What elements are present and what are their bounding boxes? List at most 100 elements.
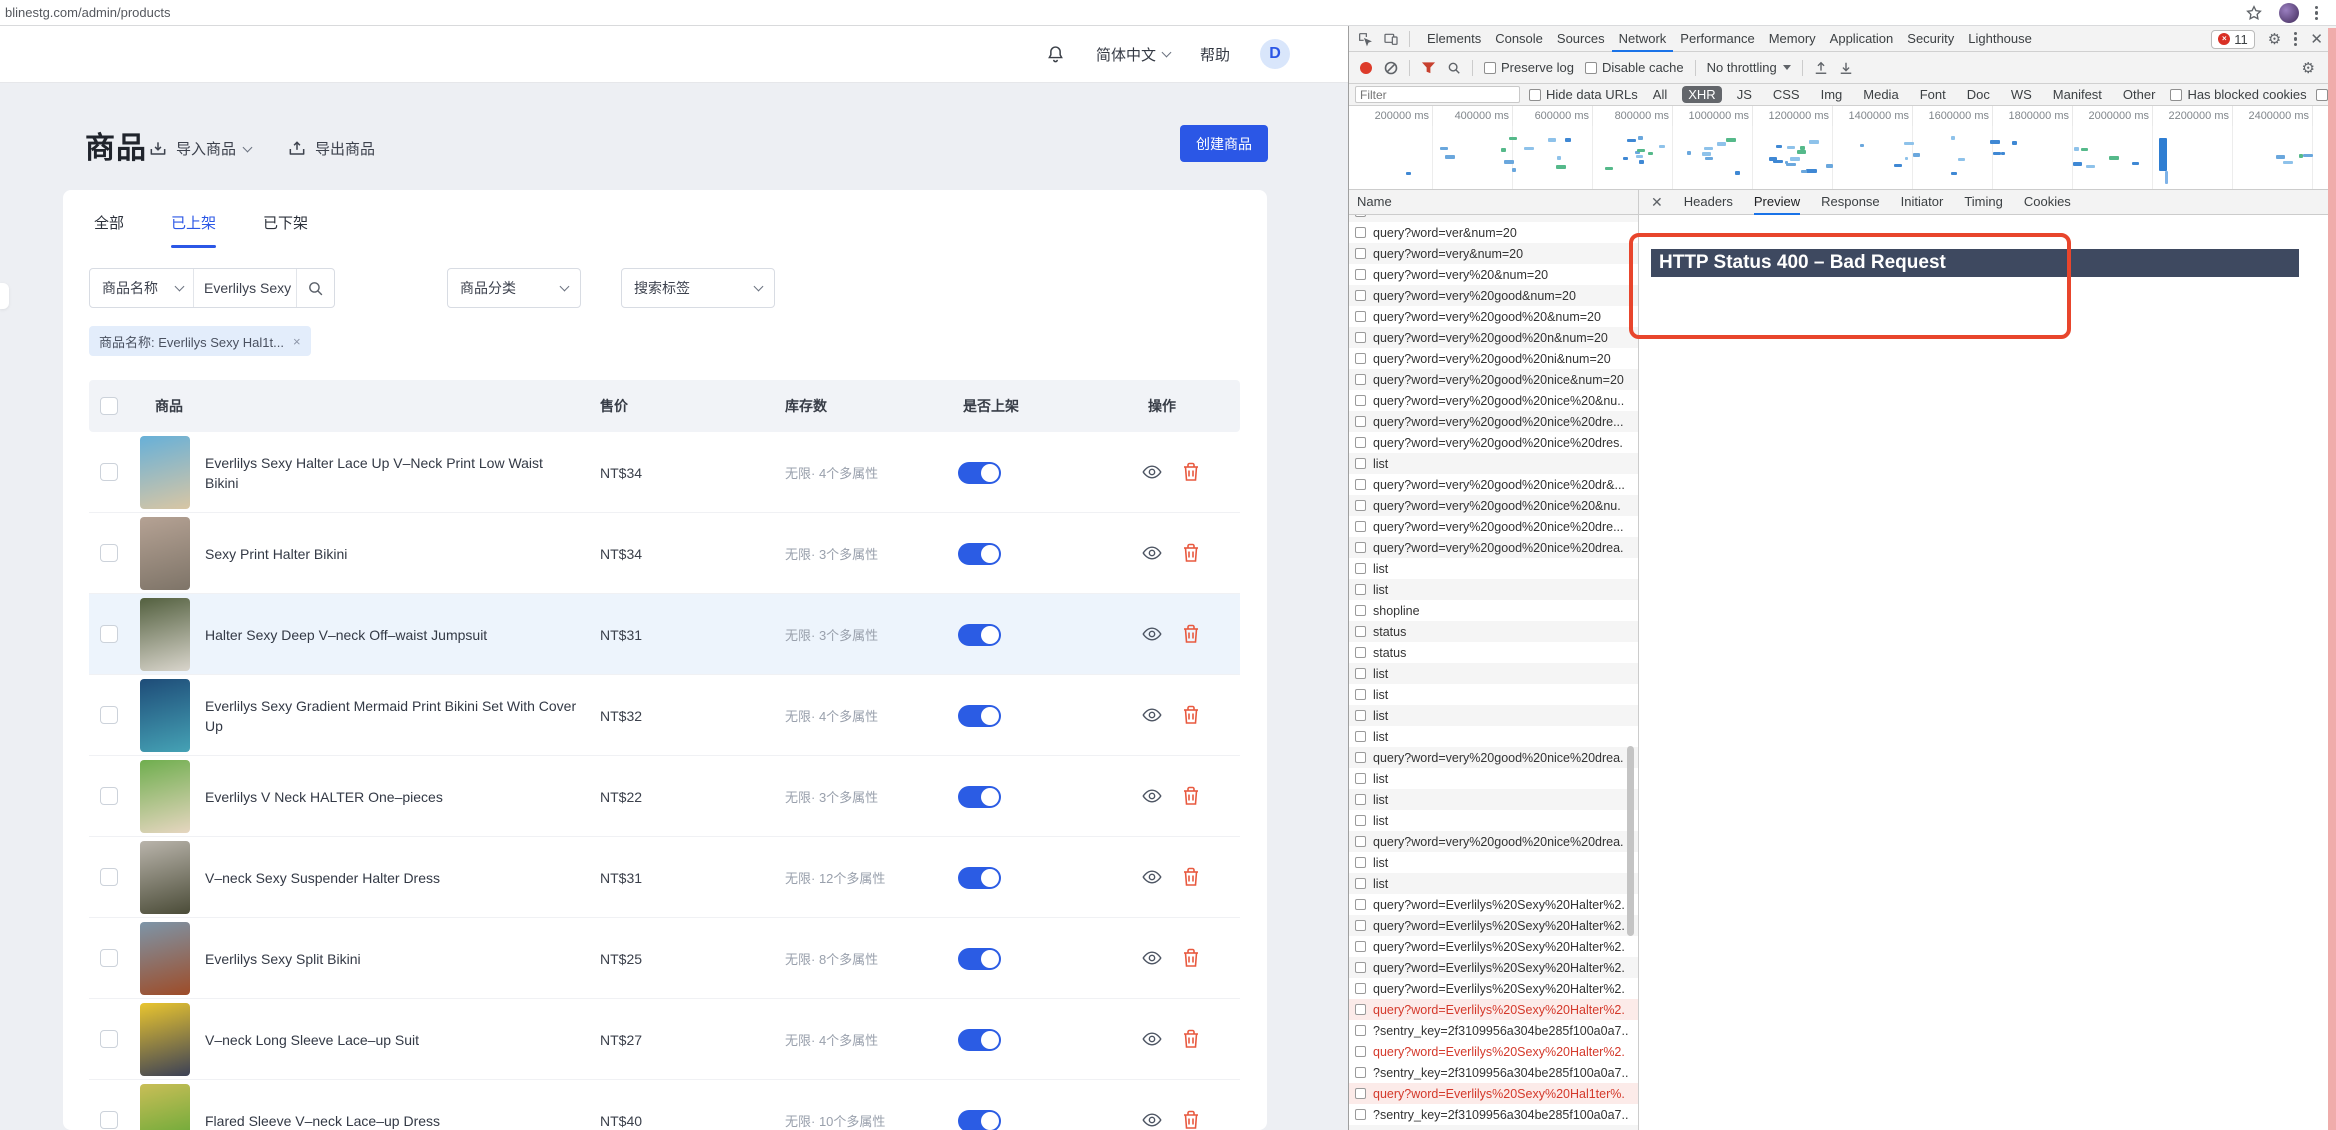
browser-menu-icon[interactable] [2315, 6, 2318, 21]
network-request-row[interactable]: list [1349, 453, 1638, 474]
devtools-tab-security[interactable]: Security [1900, 26, 1961, 52]
view-product-icon[interactable] [1142, 868, 1162, 886]
type-filter-doc[interactable]: Doc [1961, 86, 1996, 103]
network-request-row[interactable]: query?word=Everlilys%20Sexy%20Halter%2. [1349, 957, 1638, 978]
listed-toggle[interactable] [958, 948, 1001, 970]
product-image[interactable] [140, 760, 190, 833]
inspect-element-icon[interactable] [1357, 31, 1373, 47]
product-image[interactable] [140, 598, 190, 671]
view-product-icon[interactable] [1142, 1030, 1162, 1048]
type-filter-other[interactable]: Other [2117, 86, 2162, 103]
request-checkbox[interactable] [1355, 962, 1366, 973]
listed-toggle[interactable] [958, 624, 1001, 646]
language-selector[interactable]: 简体中文 [1096, 44, 1170, 65]
type-filter-css[interactable]: CSS [1767, 86, 1806, 103]
waterfall-overview[interactable] [1349, 126, 2336, 190]
request-checkbox[interactable] [1355, 920, 1366, 931]
close-detail-icon[interactable]: ✕ [1651, 194, 1663, 211]
user-avatar[interactable]: D [1260, 39, 1290, 69]
network-request-row[interactable]: list [1349, 558, 1638, 579]
request-checkbox[interactable] [1355, 500, 1366, 511]
product-image[interactable] [140, 679, 190, 752]
request-checkbox[interactable] [1355, 542, 1366, 553]
view-product-icon[interactable] [1142, 625, 1162, 643]
disable-cache-checkbox[interactable] [1585, 62, 1597, 74]
search-button[interactable] [296, 269, 334, 307]
network-request-row[interactable]: ?sentry_key=2f3109956a304be285f100a0a7.. [1349, 1020, 1638, 1041]
product-row[interactable]: Halter Sexy Deep V–neck Off–waist Jumpsu… [89, 594, 1240, 675]
product-row[interactable]: Flared Sleeve V–neck Lace–up DressNT$40无… [89, 1080, 1240, 1130]
listed-toggle[interactable] [958, 462, 1001, 484]
request-checkbox[interactable] [1355, 983, 1366, 994]
network-request-row[interactable]: query?word=very%20good&num=20 [1349, 285, 1638, 306]
network-request-row[interactable]: query?word=very%20good%20nice%20dr&... [1349, 474, 1638, 495]
request-checkbox[interactable] [1355, 458, 1366, 469]
delete-product-icon[interactable] [1182, 462, 1200, 482]
request-checkbox[interactable] [1355, 332, 1366, 343]
request-checkbox[interactable] [1355, 626, 1366, 637]
search-icon[interactable] [1447, 61, 1461, 75]
network-request-row[interactable]: query?word=very%20good%20nice%20&nu.. [1349, 390, 1638, 411]
network-request-row[interactable]: list [1349, 810, 1638, 831]
network-request-row[interactable]: query?word=very%20good%20n&num=20 [1349, 327, 1638, 348]
network-request-row[interactable]: query?word=very%20good%20nice%20dres. [1349, 432, 1638, 453]
request-checkbox[interactable] [1355, 353, 1366, 364]
detail-tab-initiator[interactable]: Initiator [1901, 190, 1944, 215]
request-checkbox[interactable] [1355, 731, 1366, 742]
request-checkbox[interactable] [1355, 416, 1366, 427]
product-row[interactable]: V–neck Long Sleeve Lace–up SuitNT$27无限· … [89, 999, 1240, 1080]
network-request-row[interactable]: query?word=Everlilys%20Sexy%20Halter%2. [1349, 1041, 1638, 1062]
select-all-checkbox[interactable] [100, 397, 118, 415]
product-row[interactable]: V–neck Sexy Suspender Halter DressNT$31无… [89, 837, 1240, 918]
detail-tab-cookies[interactable]: Cookies [2024, 190, 2071, 215]
network-request-row[interactable]: query?word=very%20good%20nice%20dre... [1349, 516, 1638, 537]
throttling-select[interactable]: No throttling [1707, 60, 1791, 75]
import-products-button[interactable]: 导入商品 [148, 138, 251, 159]
delete-product-icon[interactable] [1182, 867, 1200, 887]
export-har-icon[interactable] [1839, 61, 1853, 75]
type-filter-manifest[interactable]: Manifest [2047, 86, 2108, 103]
type-filter-img[interactable]: Img [1815, 86, 1849, 103]
sidebar-collapse-handle[interactable] [0, 283, 9, 309]
address-bar-url[interactable]: blinestg.com/admin/products [5, 5, 170, 20]
import-har-icon[interactable] [1814, 61, 1828, 75]
devtools-tab-memory[interactable]: Memory [1762, 26, 1823, 52]
hide-data-urls-checkbox[interactable] [1529, 89, 1541, 101]
request-checkbox[interactable] [1355, 248, 1366, 259]
network-request-row[interactable]: query?word=very%20good%20&num=20 [1349, 306, 1638, 327]
network-filter-input[interactable] [1355, 86, 1520, 103]
product-image[interactable] [140, 922, 190, 995]
network-request-row[interactable]: query?word=very%20good%20nice&num=20 [1349, 369, 1638, 390]
network-request-row[interactable]: ?sentry_key=2f3109956a304be285f100a0a7.. [1349, 1062, 1638, 1083]
delete-product-icon[interactable] [1182, 786, 1200, 806]
request-checkbox[interactable] [1355, 395, 1366, 406]
network-request-row[interactable]: status [1349, 642, 1638, 663]
devtools-close-icon[interactable]: ✕ [2310, 30, 2323, 48]
request-checkbox[interactable] [1355, 374, 1366, 385]
network-request-row[interactable]: query?word=Everlilys%20Sexy%20Halter%2. [1349, 999, 1638, 1020]
network-request-row[interactable]: ?sentry_key=2f3109956a304be285f100a0a7.. [1349, 1104, 1638, 1125]
devtools-tab-performance[interactable]: Performance [1673, 26, 1761, 52]
category-filter-select[interactable]: 商品分类 [447, 268, 581, 308]
browser-profile-avatar[interactable] [2279, 3, 2299, 23]
detail-tab-timing[interactable]: Timing [1964, 190, 2003, 215]
request-checkbox[interactable] [1355, 1109, 1366, 1120]
network-request-row[interactable]: query?word=very&num=20 [1349, 243, 1638, 264]
export-products-button[interactable]: 导出商品 [287, 138, 375, 159]
preserve-log-checkbox[interactable] [1484, 62, 1496, 74]
blocked-requests-checkbox[interactable] [2316, 89, 2328, 101]
request-checkbox[interactable] [1355, 710, 1366, 721]
network-request-row[interactable]: query?word=very%20good%20nice%20&nu. [1349, 495, 1638, 516]
clear-icon[interactable] [1384, 61, 1398, 75]
network-request-row[interactable]: query?word=very%20good%20nice%20dre... [1349, 411, 1638, 432]
network-request-row[interactable]: shopline [1349, 600, 1638, 621]
request-checkbox[interactable] [1355, 647, 1366, 658]
request-list-scrollbar[interactable] [1627, 746, 1634, 936]
request-checkbox[interactable] [1355, 269, 1366, 280]
devtools-tab-elements[interactable]: Elements [1420, 26, 1488, 52]
request-checkbox[interactable] [1355, 1046, 1366, 1057]
network-request-row[interactable]: query?word=Everlilys%20Sexy%20Halter%2. [1349, 915, 1638, 936]
view-product-icon[interactable] [1142, 463, 1162, 481]
request-checkbox[interactable] [1355, 584, 1366, 595]
devtools-settings-icon[interactable]: ⚙ [2268, 30, 2281, 48]
